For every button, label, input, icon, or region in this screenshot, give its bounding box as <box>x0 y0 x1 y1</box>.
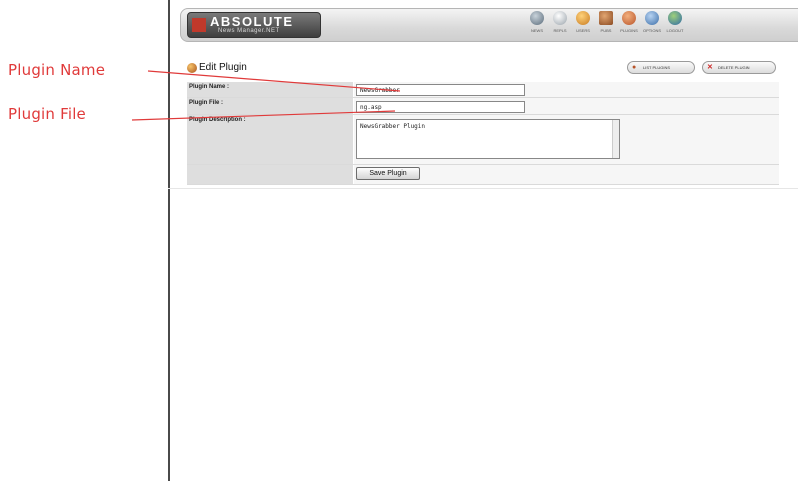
annotation-lines <box>131 70 401 121</box>
plugin-file-pointer <box>131 110 396 121</box>
plugin-name-pointer <box>147 70 401 92</box>
